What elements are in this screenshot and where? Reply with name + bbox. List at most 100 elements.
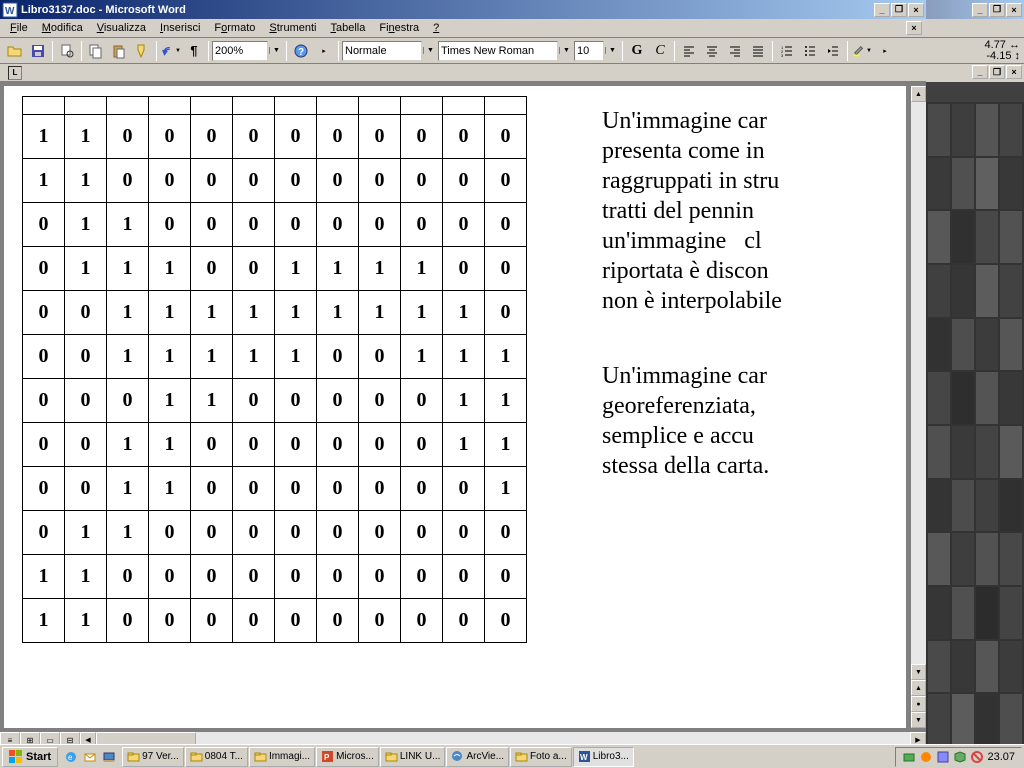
grid-cell[interactable]: 0 — [149, 511, 191, 555]
menu-finestra[interactable]: Finestra — [373, 21, 425, 35]
start-button[interactable]: Start — [2, 747, 58, 767]
grid-cell[interactable]: 0 — [23, 291, 65, 335]
grid-cell[interactable]: 0 — [65, 467, 107, 511]
task-button[interactable]: WLibro3... — [573, 747, 634, 767]
tray-icon-1[interactable] — [902, 750, 916, 764]
grid-cell[interactable]: 0 — [233, 423, 275, 467]
scroll-down-button[interactable]: ▼ — [911, 664, 926, 680]
grid-cell[interactable]: 1 — [107, 335, 149, 379]
grid-header-cell[interactable] — [23, 97, 65, 115]
grid-cell[interactable]: 0 — [275, 159, 317, 203]
paste-button[interactable] — [108, 40, 130, 62]
grid-cell[interactable]: 0 — [65, 423, 107, 467]
align-left-button[interactable] — [678, 40, 700, 62]
grid-cell[interactable]: 1 — [107, 203, 149, 247]
grid-cell[interactable]: 1 — [23, 599, 65, 643]
restore-button[interactable]: ❐ — [891, 3, 907, 17]
grid-cell[interactable]: 0 — [359, 203, 401, 247]
grid-header-cell[interactable] — [443, 97, 485, 115]
grid-cell[interactable]: 0 — [191, 511, 233, 555]
grid-cell[interactable]: 0 — [149, 599, 191, 643]
grid-cell[interactable]: 0 — [191, 115, 233, 159]
menu-strumenti[interactable]: Strumenti — [263, 21, 322, 35]
grid-cell[interactable]: 0 — [275, 599, 317, 643]
bg-close-button[interactable]: × — [1006, 3, 1022, 17]
grid-cell[interactable]: 0 — [401, 203, 443, 247]
grid-cell[interactable]: 0 — [443, 511, 485, 555]
grid-cell[interactable]: 0 — [443, 467, 485, 511]
task-button[interactable]: 97 Ver... — [122, 747, 184, 767]
grid-cell[interactable]: 1 — [65, 159, 107, 203]
decrease-indent-button[interactable] — [822, 40, 844, 62]
grid-cell[interactable]: 0 — [23, 247, 65, 291]
grid-cell[interactable]: 1 — [485, 423, 527, 467]
grid-cell[interactable]: 1 — [23, 115, 65, 159]
task-button[interactable]: PMicros... — [316, 747, 379, 767]
grid-cell[interactable]: 0 — [191, 159, 233, 203]
menu-formato[interactable]: Formato — [208, 21, 261, 35]
tab-type-selector[interactable]: L — [8, 66, 22, 80]
grid-cell[interactable]: 0 — [65, 379, 107, 423]
grid-cell[interactable]: 1 — [275, 247, 317, 291]
grid-cell[interactable]: 1 — [443, 379, 485, 423]
grid-cell[interactable]: 0 — [191, 467, 233, 511]
scroll-track[interactable] — [911, 102, 926, 664]
grid-cell[interactable]: 1 — [107, 423, 149, 467]
grid-cell[interactable]: 0 — [23, 335, 65, 379]
grid-header-cell[interactable] — [149, 97, 191, 115]
font-combo[interactable]: Times New Roman — [438, 41, 558, 61]
grid-cell[interactable]: 0 — [191, 247, 233, 291]
grid-cell[interactable]: 1 — [233, 335, 275, 379]
grid-cell[interactable]: 0 — [359, 423, 401, 467]
grid-cell[interactable]: 0 — [233, 115, 275, 159]
grid-cell[interactable]: 0 — [191, 555, 233, 599]
grid-cell[interactable]: 0 — [485, 159, 527, 203]
format-painter-button[interactable] — [131, 40, 153, 62]
tray-icon-4[interactable] — [953, 750, 967, 764]
task-button[interactable]: Immagi... — [249, 747, 315, 767]
grid-cell[interactable]: 0 — [359, 379, 401, 423]
open-button[interactable] — [4, 40, 26, 62]
grid-header-cell[interactable] — [65, 97, 107, 115]
grid-cell[interactable]: 1 — [65, 115, 107, 159]
grid-cell[interactable]: 1 — [359, 291, 401, 335]
tray-icon-2[interactable] — [919, 750, 933, 764]
document-page[interactable]: 1100000000001100000000000110000000000111… — [4, 86, 906, 728]
copy-button[interactable] — [85, 40, 107, 62]
grid-header-cell[interactable] — [401, 97, 443, 115]
grid-cell[interactable]: 1 — [107, 467, 149, 511]
menu-file[interactable]: File — [4, 21, 34, 35]
grid-cell[interactable]: 0 — [23, 379, 65, 423]
grid-cell[interactable]: 0 — [401, 423, 443, 467]
grid-cell[interactable]: 0 — [107, 599, 149, 643]
grid-cell[interactable]: 1 — [65, 203, 107, 247]
grid-cell[interactable]: 1 — [149, 247, 191, 291]
bg-child-minimize[interactable]: _ — [972, 65, 988, 79]
grid-cell[interactable]: 0 — [359, 335, 401, 379]
doc-close-button[interactable]: × — [906, 21, 922, 35]
grid-cell[interactable]: 0 — [485, 599, 527, 643]
grid-cell[interactable]: 1 — [107, 247, 149, 291]
grid-cell[interactable]: 0 — [233, 203, 275, 247]
grid-header-cell[interactable] — [107, 97, 149, 115]
align-justify-button[interactable] — [747, 40, 769, 62]
grid-cell[interactable]: 1 — [149, 467, 191, 511]
grid-cell[interactable]: 1 — [233, 291, 275, 335]
grid-cell[interactable]: 0 — [485, 247, 527, 291]
font-dropdown-arrow[interactable]: ▼ — [559, 47, 573, 54]
bg-maximize-button[interactable]: ❐ — [989, 3, 1005, 17]
grid-cell[interactable]: 0 — [317, 203, 359, 247]
grid-cell[interactable]: 0 — [275, 379, 317, 423]
grid-cell[interactable]: 0 — [317, 467, 359, 511]
numbered-list-button[interactable]: 123 — [776, 40, 798, 62]
menu-tabella[interactable]: Tabella — [324, 21, 371, 35]
desktop-icon[interactable] — [100, 748, 118, 766]
grid-cell[interactable]: 0 — [443, 203, 485, 247]
grid-cell[interactable]: 0 — [149, 159, 191, 203]
grid-cell[interactable]: 1 — [359, 247, 401, 291]
grid-cell[interactable]: 1 — [149, 291, 191, 335]
italic-button[interactable]: C — [649, 40, 671, 62]
grid-cell[interactable]: 1 — [149, 379, 191, 423]
grid-cell[interactable]: 1 — [317, 291, 359, 335]
grid-cell[interactable]: 1 — [275, 335, 317, 379]
